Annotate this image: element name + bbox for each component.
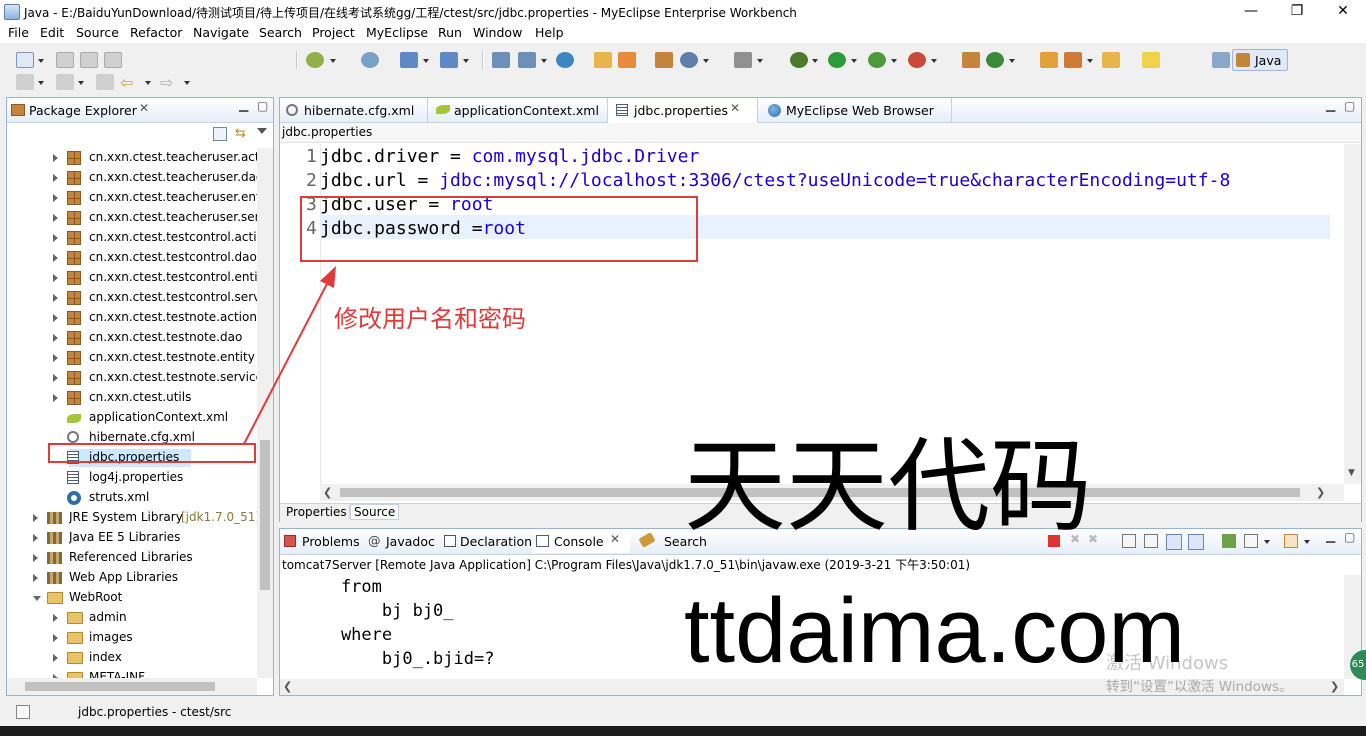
taskbar — [0, 726, 1366, 736]
fast-view-icon[interactable] — [16, 705, 30, 719]
watermark-url: ttdaima.com — [684, 580, 1186, 682]
status-bar: jdbc.properties - ctest/src 65 — [0, 650, 1366, 726]
status-text: jdbc.properties - ctest/src — [78, 705, 232, 719]
annotation-note: 修改用户名和密码 — [334, 305, 526, 333]
watermark-chinese: 天天代码 — [684, 428, 1092, 547]
